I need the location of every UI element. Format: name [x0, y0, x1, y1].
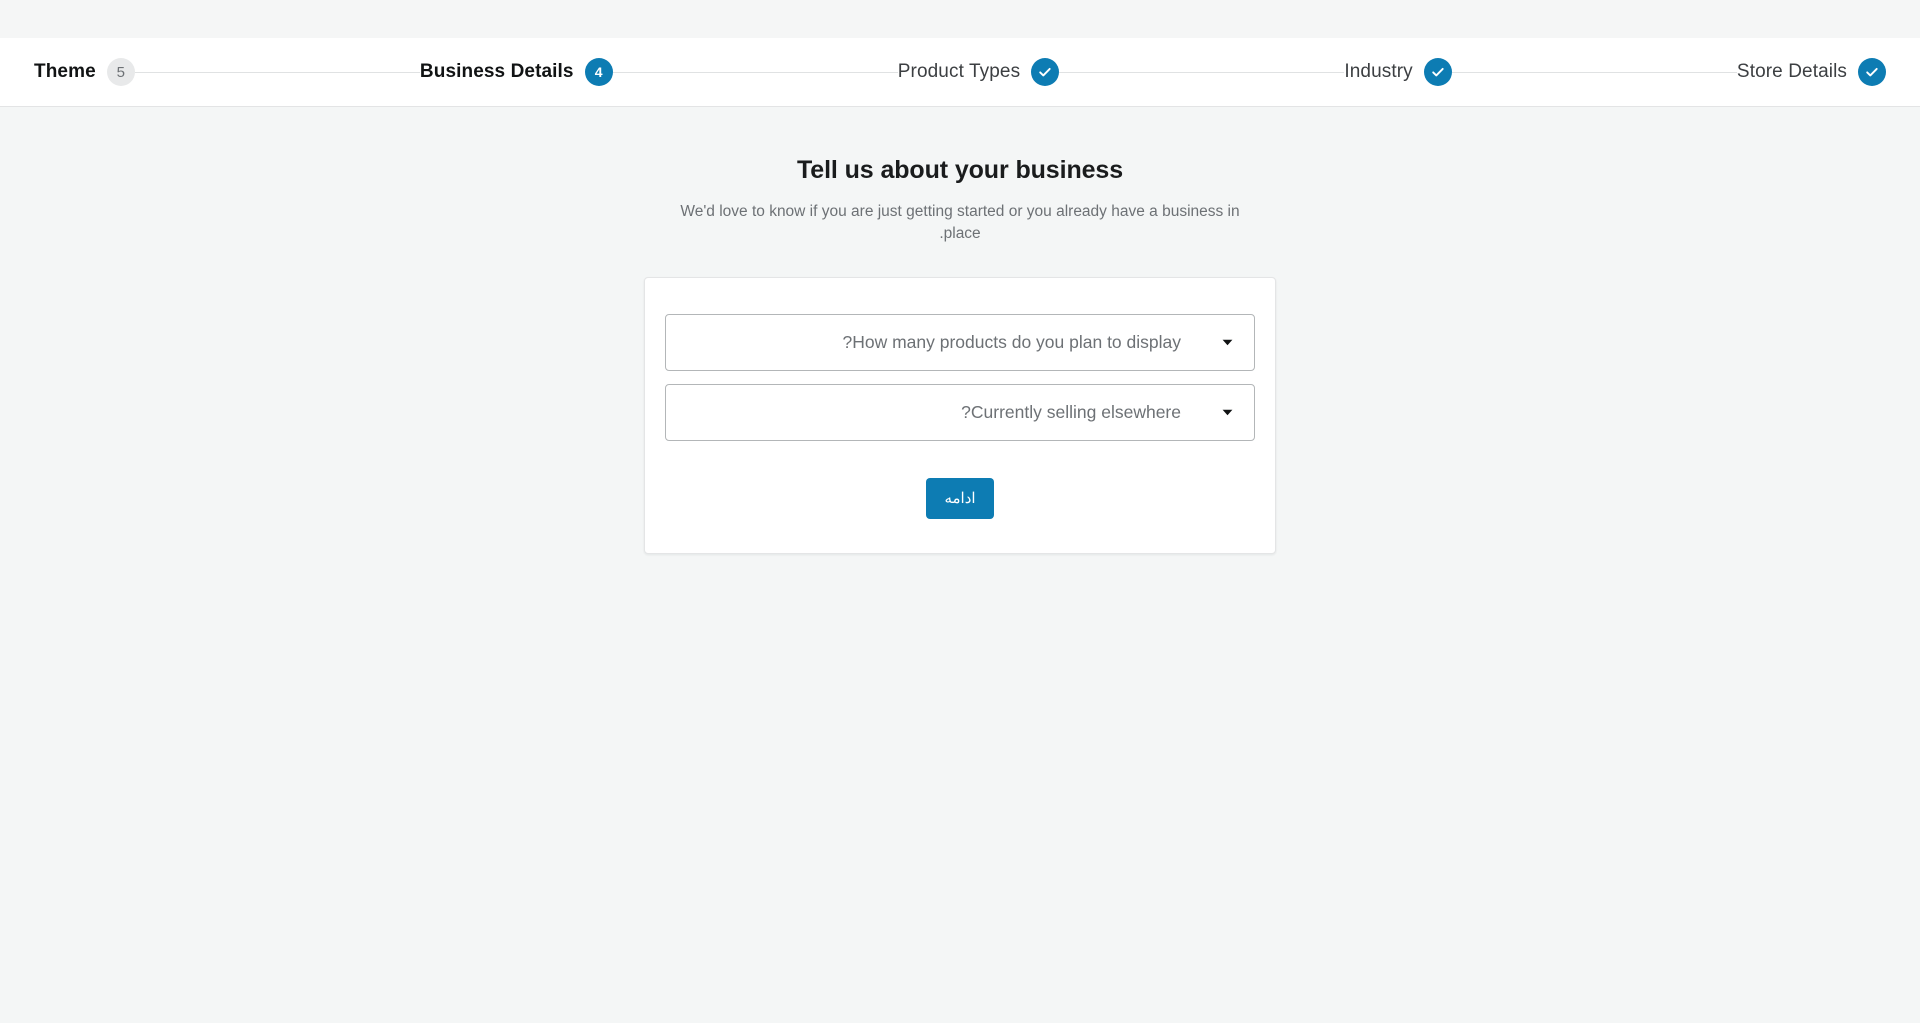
stepper-connector	[613, 72, 898, 73]
stepper-step-store-details[interactable]: Store Details	[1737, 58, 1886, 86]
onboarding-stepper: Theme 5 Business Details 4 Product Types…	[0, 38, 1920, 107]
field-products-count-row: How many products do you plan to display…	[665, 314, 1255, 371]
stepper-step-label: Store Details	[1737, 61, 1847, 83]
chevron-down-icon	[1200, 339, 1254, 346]
products-count-select-value: How many products do you plan to display…	[666, 332, 1200, 353]
chevron-down-icon	[1200, 409, 1254, 416]
stepper-step-industry[interactable]: Industry	[1344, 58, 1451, 86]
continue-button[interactable]: ادامه	[926, 478, 994, 519]
stepper-step-label: Business Details	[420, 61, 574, 83]
stepper-connector	[1059, 72, 1344, 73]
stepper-connector	[135, 72, 420, 73]
selling-elsewhere-select-value: Currently selling elsewhere?	[666, 402, 1200, 423]
check-icon	[1424, 58, 1452, 86]
page-subtitle: We'd love to know if you are just gettin…	[660, 201, 1260, 246]
stepper-step-label: Theme	[34, 61, 96, 83]
check-icon	[1858, 58, 1886, 86]
stepper-step-label: Product Types	[898, 61, 1020, 83]
selling-elsewhere-select[interactable]: Currently selling elsewhere?	[665, 384, 1255, 441]
stepper-step-number: 5	[117, 64, 125, 81]
field-selling-elsewhere-row: Currently selling elsewhere?	[665, 384, 1255, 441]
stepper-step-number: 4	[595, 64, 603, 80]
stepper-step-label: Industry	[1344, 61, 1412, 83]
check-icon	[1031, 58, 1059, 86]
stepper-step-business-details[interactable]: Business Details 4	[420, 58, 613, 86]
submit-row: ادامه	[665, 478, 1255, 519]
stepper-step-product-types[interactable]: Product Types	[898, 58, 1059, 86]
page-title: Tell us about your business	[660, 156, 1260, 185]
stepper-step-badge-business-details: 4	[585, 58, 613, 86]
intro-block: Tell us about your business We'd love to…	[660, 156, 1260, 246]
business-details-form-card: How many products do you plan to display…	[644, 277, 1276, 554]
products-count-select[interactable]: How many products do you plan to display…	[665, 314, 1255, 371]
main-content: Tell us about your business We'd love to…	[0, 107, 1920, 1022]
stepper-step-theme[interactable]: Theme 5	[34, 58, 135, 86]
stepper-step-badge-theme: 5	[107, 58, 135, 86]
top-strip	[0, 0, 1920, 38]
stepper-connector	[1452, 72, 1737, 73]
